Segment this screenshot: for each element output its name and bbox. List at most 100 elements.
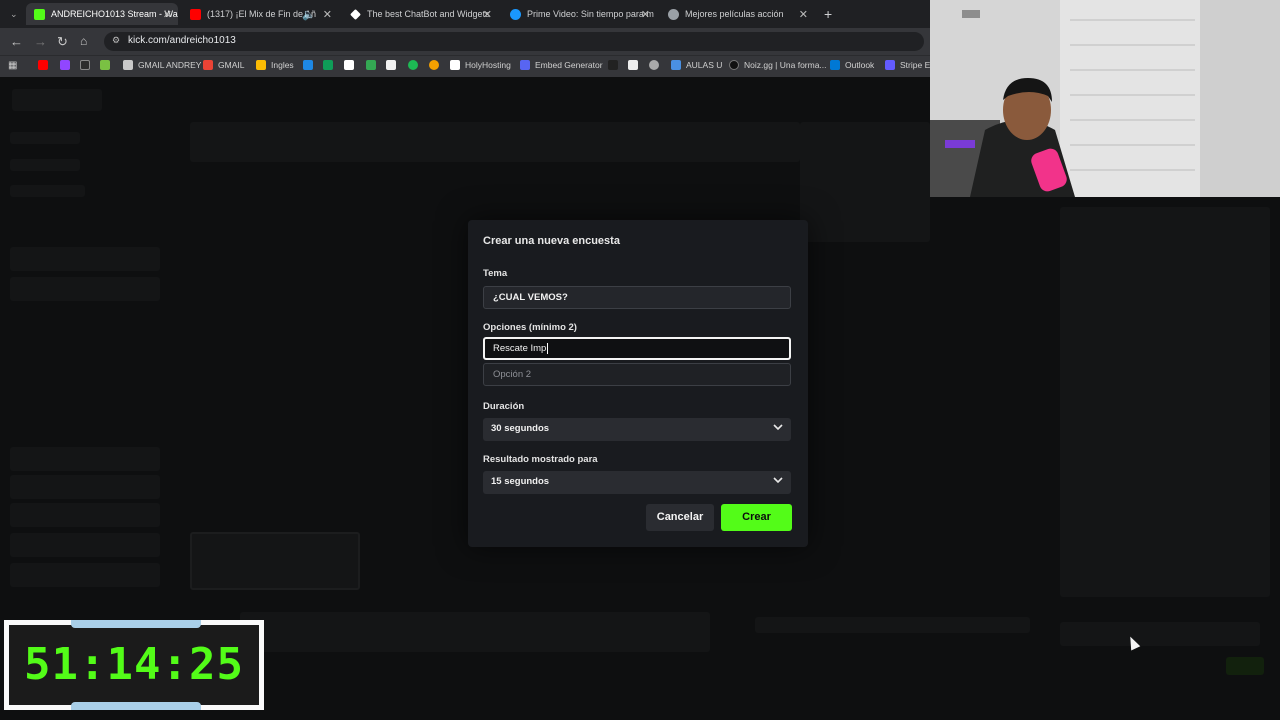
- bookmark-drive-icon[interactable]: [366, 60, 381, 70]
- diamond-favicon-icon: [350, 8, 361, 20]
- bookmark-icon-c[interactable]: [344, 60, 359, 70]
- url-input[interactable]: ⚙ kick.com/andreicho1013: [104, 32, 924, 51]
- outlook-icon: [830, 60, 840, 70]
- aulas-icon: [671, 60, 681, 70]
- bookmark-label: HolyHosting: [465, 60, 511, 70]
- bookmark-icon-h[interactable]: [628, 60, 643, 70]
- sidebar-item: [10, 159, 80, 171]
- close-tab-icon[interactable]: ✕: [641, 8, 650, 21]
- bookmark-holyhosting[interactable]: HolyHosting: [450, 60, 511, 70]
- timer-value: 51:14:25: [24, 639, 244, 690]
- create-button[interactable]: Crear: [721, 504, 792, 531]
- bookmark-label: GMAIL ANDREY: [138, 60, 202, 70]
- bookmark-icon-i[interactable]: [649, 60, 664, 70]
- stream-header: [190, 122, 800, 162]
- bookmark-icon-b[interactable]: [323, 60, 338, 70]
- youtube-favicon-icon: [190, 8, 201, 20]
- close-tab-icon[interactable]: ✕: [163, 8, 172, 21]
- bookmark-embed-generator[interactable]: Embed Generator: [520, 60, 603, 70]
- duration-select[interactable]: 30 segundos: [483, 418, 791, 441]
- stream-timer-overlay: 51:14:25: [4, 620, 264, 710]
- bookmark-vuetify-icon[interactable]: [100, 60, 115, 70]
- sidebar-item: [10, 185, 85, 197]
- url-text: kick.com/andreicho1013: [128, 35, 236, 46]
- bookmark-stripe[interactable]: Stripe Ex: [885, 60, 935, 70]
- bookmark-icon-a[interactable]: [303, 60, 318, 70]
- result-duration-select[interactable]: 15 segundos: [483, 471, 791, 494]
- chat-send-button: [1226, 657, 1264, 675]
- tab-peliculas[interactable]: Mejores películas acción ✕: [660, 3, 814, 25]
- tab-title: The best ChatBot and Widgets: [367, 9, 490, 19]
- chat-panel: [1060, 207, 1270, 597]
- chevron-down-icon: [773, 422, 783, 435]
- globe-favicon-icon: [668, 8, 679, 20]
- back-arrow-icon[interactable]: ←: [10, 34, 23, 49]
- forward-arrow-icon[interactable]: →: [34, 34, 47, 49]
- site-info-icon[interactable]: ⚙: [112, 35, 120, 46]
- topic-input[interactable]: ¿CUAL VEMOS?: [483, 286, 791, 309]
- sidebar-channel: [10, 247, 160, 271]
- chevron-down-icon: [773, 475, 783, 488]
- bookmark-youtube-icon[interactable]: [38, 60, 53, 70]
- bookmark-label: Embed Generator: [535, 60, 603, 70]
- bookmark-label: Outlook: [845, 60, 875, 70]
- bookmark-s-icon[interactable]: [80, 60, 95, 70]
- gmail-icon: [123, 60, 133, 70]
- text-caret: [547, 343, 549, 354]
- speaker-icon[interactable]: 🔈: [302, 8, 316, 21]
- reload-icon[interactable]: ↻: [57, 34, 68, 50]
- kick-logo: [12, 89, 102, 111]
- tab-title: ANDREICHO1013 Stream - Wa: [51, 9, 178, 19]
- timer-bottom-accent: [71, 702, 201, 710]
- tab-search-chevron-icon[interactable]: ⌄: [2, 3, 22, 25]
- webcam-image: [930, 0, 1280, 197]
- bookmark-label: AULAS U: [686, 60, 723, 70]
- timer-preview: [190, 532, 360, 590]
- bookmark-icon-d[interactable]: [386, 60, 401, 70]
- timer-top-accent: [71, 620, 201, 628]
- cancel-button[interactable]: Cancelar: [646, 504, 714, 531]
- close-tab-icon[interactable]: ✕: [323, 8, 332, 21]
- topic-label: Tema: [483, 268, 508, 279]
- sidebar-channel: [10, 563, 160, 587]
- tab-kick-stream[interactable]: ANDREICHO1013 Stream - Wa ✕: [26, 3, 178, 25]
- bookmark-icon-e[interactable]: [408, 60, 423, 70]
- bookmark-icon-g[interactable]: [608, 60, 623, 70]
- sidebar-channel: [10, 277, 160, 301]
- bookmark-icon-f[interactable]: [429, 60, 444, 70]
- bookmark-outlook[interactable]: Outlook: [830, 60, 874, 70]
- folder-icon: [256, 60, 266, 70]
- embed-icon: [520, 60, 530, 70]
- option-2-input[interactable]: Opción 2: [483, 363, 791, 386]
- webcam-area: [800, 122, 930, 242]
- modal-title: Crear una nueva encuesta: [483, 235, 620, 247]
- sidebar-channel: [10, 447, 160, 471]
- subscription-row: [755, 617, 1030, 633]
- chat-input: [1060, 622, 1260, 646]
- browser-tab-bar: ⌄ ANDREICHO1013 Stream - Wa ✕ (1317) ¡El…: [0, 0, 930, 28]
- noiz-icon: [729, 60, 739, 70]
- close-tab-icon[interactable]: ✕: [799, 8, 808, 21]
- bookmark-noiz[interactable]: Noiz.gg | Una forma...: [729, 60, 827, 70]
- option-1-input[interactable]: Rescate Imp: [483, 337, 791, 360]
- bookmark-ingles[interactable]: Ingles: [256, 60, 294, 70]
- tab-title: (1317) ¡El Mix de Fin de Añ: [207, 9, 317, 19]
- kick-favicon-icon: [34, 8, 45, 20]
- duration-label: Duración: [483, 401, 525, 412]
- bookmark-gmail[interactable]: GMAIL: [203, 60, 244, 70]
- bookmark-label: Ingles: [271, 60, 294, 70]
- stripe-icon: [885, 60, 895, 70]
- sidebar-item: [10, 132, 80, 144]
- apps-grid-icon[interactable]: ▦: [8, 60, 17, 71]
- tab-youtube-mix[interactable]: (1317) ¡El Mix de Fin de Añ 🔈 ✕: [182, 3, 338, 25]
- bookmark-aulas-u[interactable]: AULAS U: [671, 60, 722, 70]
- bookmark-gmail-andrey[interactable]: GMAIL ANDREY: [123, 60, 201, 70]
- bookmark-twitch-icon[interactable]: [60, 60, 75, 70]
- tab-chatbot[interactable]: The best ChatBot and Widgets ✕: [342, 3, 498, 25]
- holyhosting-icon: [450, 60, 460, 70]
- home-icon[interactable]: ⌂: [80, 34, 87, 48]
- close-tab-icon[interactable]: ✕: [483, 8, 492, 21]
- tab-title: Prime Video: Sin tiempo para m: [527, 9, 654, 19]
- new-tab-button[interactable]: +: [816, 3, 836, 25]
- tab-prime-video[interactable]: Prime Video: Sin tiempo para m ✕: [502, 3, 656, 25]
